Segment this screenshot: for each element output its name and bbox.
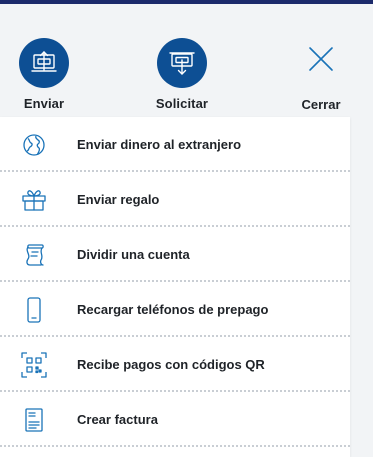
close-button[interactable]: Cerrar <box>294 46 348 112</box>
top-strip <box>0 0 373 4</box>
menu-item-create-invoice[interactable]: Crear factura <box>0 392 350 447</box>
menu-item-send-abroad[interactable]: Enviar dinero al extranjero <box>0 117 350 172</box>
menu-item-label: Enviar dinero al extranjero <box>77 137 242 152</box>
request-money-icon <box>157 38 207 88</box>
send-money-icon <box>19 38 69 88</box>
menu-item-label: Crear factura <box>77 412 158 427</box>
menu-item-label: Recibe pagos con códigos QR <box>77 357 265 372</box>
request-label: Solicitar <box>155 96 209 111</box>
menu-item-split-bill[interactable]: Dividir una cuenta <box>0 227 350 282</box>
request-button[interactable]: Solicitar <box>145 38 219 111</box>
split-bill-icon <box>20 241 48 269</box>
menu-item-label: Recargar teléfonos de prepago <box>77 302 269 317</box>
menu-item-send-gift[interactable]: Enviar regalo <box>0 172 350 227</box>
menu-item-label: Enviar regalo <box>77 192 160 207</box>
menu-item-qr-payments[interactable]: Recibe pagos con códigos QR <box>0 337 350 392</box>
invoice-icon <box>20 406 48 434</box>
send-label: Enviar <box>23 96 65 111</box>
globe-icon <box>20 131 48 159</box>
more-actions-menu: Enviar dinero al extranjero Enviar regal… <box>0 117 350 457</box>
menu-item-label: Dividir una cuenta <box>77 247 190 262</box>
send-button[interactable]: Enviar <box>7 38 81 111</box>
gift-icon <box>20 186 48 214</box>
mobile-phone-icon <box>20 296 48 324</box>
close-icon <box>308 46 334 77</box>
menu-item-prepaid-topup[interactable]: Recargar teléfonos de prepago <box>0 282 350 337</box>
qr-code-icon <box>20 351 48 379</box>
close-label: Cerrar <box>301 97 341 112</box>
